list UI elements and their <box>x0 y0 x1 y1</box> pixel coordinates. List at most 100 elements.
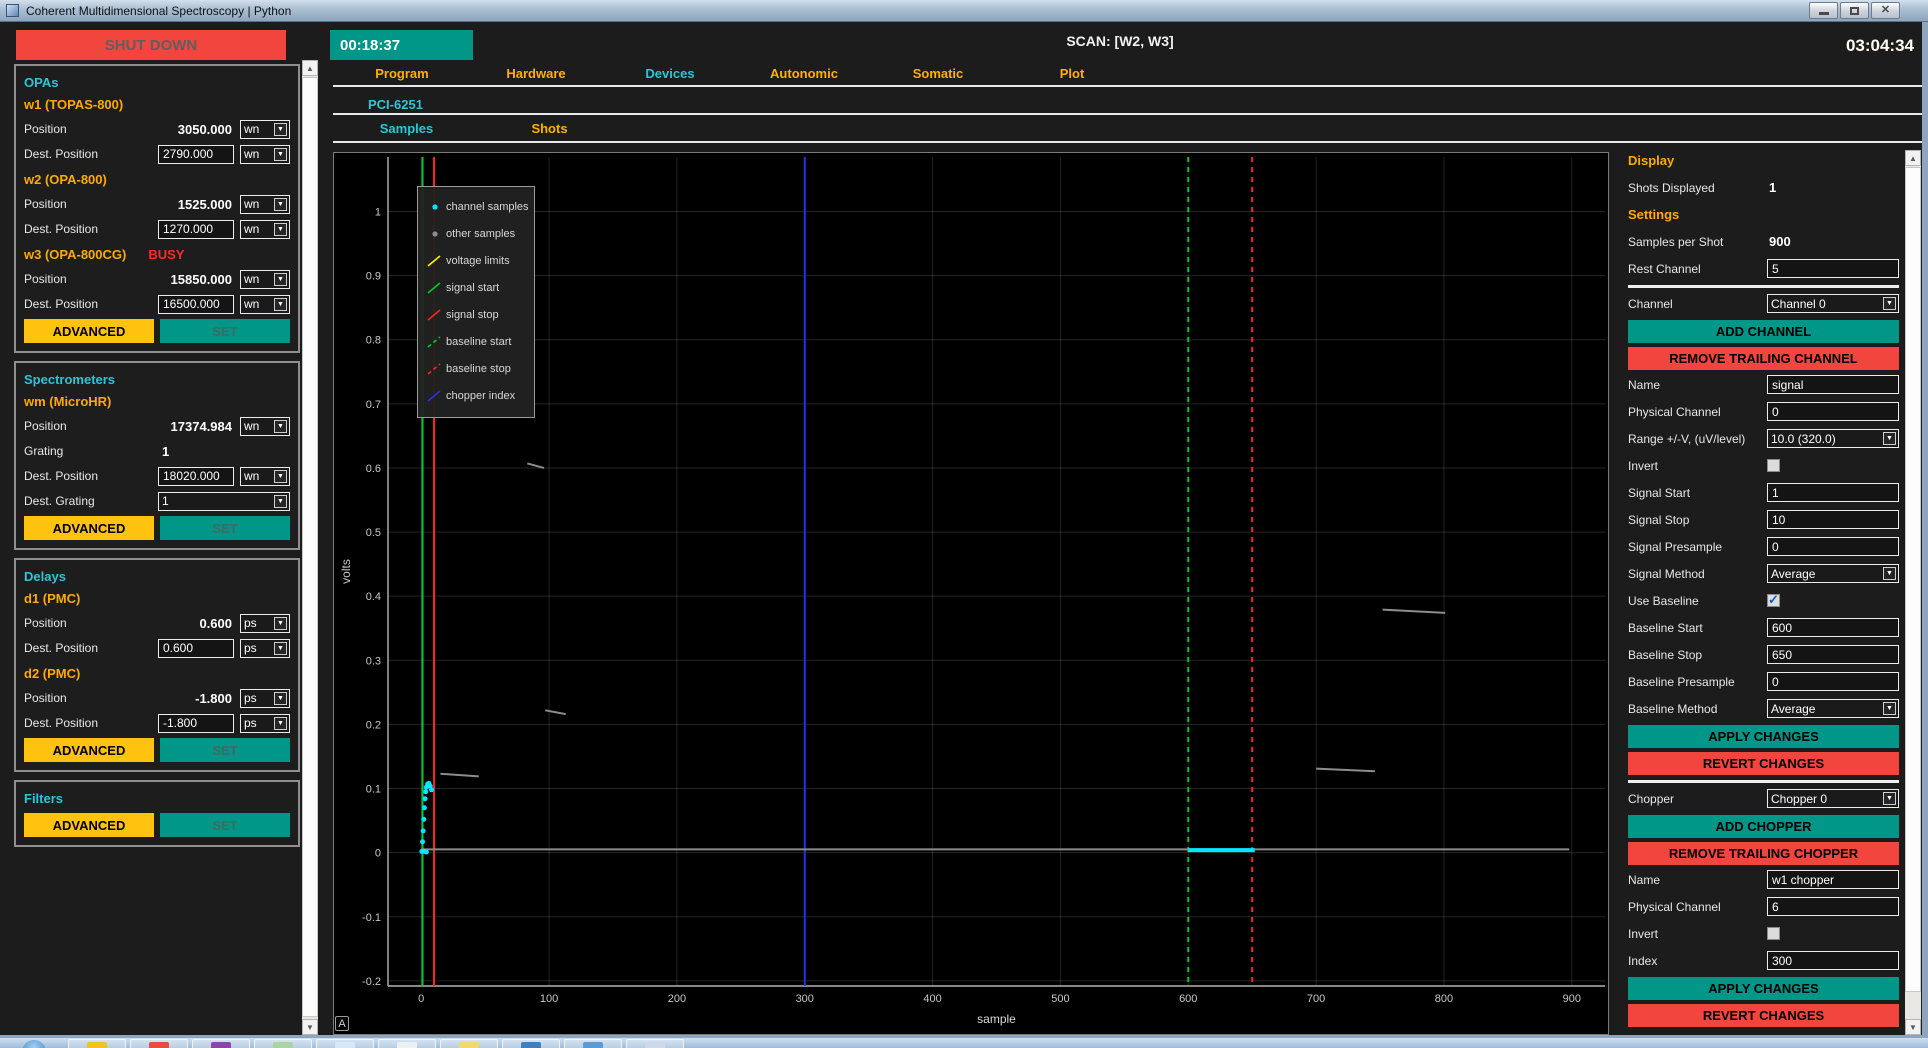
signal-stop-input[interactable] <box>1767 510 1899 529</box>
menu-item-devices[interactable]: Devices <box>603 66 737 81</box>
units-select[interactable]: wn▼ <box>240 120 290 139</box>
units-select[interactable]: ps▼ <box>240 714 290 733</box>
dropdown-arrow-icon[interactable]: ▼ <box>274 148 287 161</box>
taskbar-icon[interactable] <box>440 1039 498 1048</box>
index-input[interactable] <box>1767 951 1899 970</box>
apply-changes-button[interactable]: APPLY CHANGES <box>1628 977 1899 1000</box>
dropdown-arrow-icon[interactable]: ▼ <box>274 692 287 705</box>
start-button[interactable] <box>22 1040 46 1048</box>
remove-trailing-chopper-button[interactable]: REMOVE TRAILING CHOPPER <box>1628 842 1899 865</box>
apply-changes-button[interactable]: APPLY CHANGES <box>1628 725 1899 748</box>
rest-channel-input[interactable] <box>1767 259 1899 278</box>
taskbar-icon[interactable] <box>130 1039 188 1048</box>
set-button[interactable]: SET <box>160 319 290 343</box>
dropdown-arrow-icon[interactable]: ▼ <box>274 420 287 433</box>
title-bar[interactable]: Coherent Multidimensional Spectroscopy |… <box>0 0 1928 22</box>
baseline-method-select[interactable]: Average▼ <box>1767 699 1899 718</box>
units-select[interactable]: wn▼ <box>240 145 290 164</box>
scrollbar-thumb[interactable] <box>302 77 318 1017</box>
units-select[interactable]: ps▼ <box>240 614 290 633</box>
units-select[interactable]: wn▼ <box>240 270 290 289</box>
add-channel-button[interactable]: ADD CHANNEL <box>1628 320 1899 343</box>
dropdown-arrow-icon[interactable]: ▼ <box>1883 432 1896 445</box>
sample-plot[interactable]: -0.2-0.100.10.20.30.40.50.60.70.80.91010… <box>333 152 1609 1035</box>
dropdown-arrow-icon[interactable]: ▼ <box>1883 702 1896 715</box>
menu-item-plot[interactable]: Plot <box>1005 66 1139 81</box>
destination-input[interactable] <box>158 295 234 314</box>
taskbar-icon[interactable] <box>68 1039 126 1048</box>
set-button[interactable]: SET <box>160 813 290 837</box>
dropdown-arrow-icon[interactable]: ▼ <box>274 298 287 311</box>
use-baseline-checkbox[interactable] <box>1767 594 1780 607</box>
menu-item-program[interactable]: Program <box>335 66 469 81</box>
device-tab-label[interactable]: PCI-6251 <box>368 97 423 112</box>
destination-input[interactable] <box>158 714 234 733</box>
physical-channel-input[interactable] <box>1767 897 1899 916</box>
dropdown-arrow-icon[interactable]: ▼ <box>274 273 287 286</box>
signal-method-select[interactable]: Average▼ <box>1767 564 1899 583</box>
panel-scrollbar[interactable]: ▲ ▼ <box>1905 150 1921 1035</box>
taskbar-icon[interactable] <box>626 1039 684 1048</box>
dropdown-arrow-icon[interactable]: ▼ <box>1883 567 1896 580</box>
invert-checkbox[interactable] <box>1767 927 1780 940</box>
taskbar-icon[interactable] <box>192 1039 250 1048</box>
baseline-presample-input[interactable] <box>1767 672 1899 691</box>
signal-start-input[interactable] <box>1767 483 1899 502</box>
menu-item-somatic[interactable]: Somatic <box>871 66 1005 81</box>
revert-changes-button[interactable]: REVERT CHANGES <box>1628 1004 1899 1027</box>
scroll-up-button[interactable]: ▲ <box>302 60 318 76</box>
set-button[interactable]: SET <box>160 738 290 762</box>
invert-checkbox[interactable] <box>1767 459 1780 472</box>
chopper-select[interactable]: Chopper 0▼ <box>1767 789 1899 808</box>
dropdown-arrow-icon[interactable]: ▼ <box>274 617 287 630</box>
grating-select[interactable]: 1▼ <box>158 492 290 511</box>
dropdown-arrow-icon[interactable]: ▼ <box>274 198 287 211</box>
advanced-button[interactable]: ADVANCED <box>24 319 154 343</box>
units-select[interactable]: ps▼ <box>240 639 290 658</box>
units-select[interactable]: wn▼ <box>240 295 290 314</box>
units-select[interactable]: wn▼ <box>240 195 290 214</box>
close-button[interactable]: ✕ <box>1871 2 1900 19</box>
menu-item-autonomic[interactable]: Autonomic <box>737 66 871 81</box>
shutdown-button[interactable]: SHUT DOWN <box>16 30 286 60</box>
advanced-button[interactable]: ADVANCED <box>24 813 154 837</box>
scrollbar-thumb[interactable] <box>1905 167 1921 992</box>
remove-trailing-channel-button[interactable]: REMOVE TRAILING CHANNEL <box>1628 347 1899 370</box>
autoscale-button[interactable]: A <box>335 1016 349 1031</box>
units-select[interactable]: wn▼ <box>240 467 290 486</box>
dropdown-arrow-icon[interactable]: ▼ <box>274 642 287 655</box>
range-v-uv-level--select[interactable]: 10.0 (320.0)▼ <box>1767 429 1899 448</box>
units-select[interactable]: ps▼ <box>240 689 290 708</box>
scroll-down-button[interactable]: ▼ <box>302 1019 318 1035</box>
os-taskbar[interactable] <box>0 1038 1928 1048</box>
set-button[interactable]: SET <box>160 516 290 540</box>
destination-input[interactable] <box>158 145 234 164</box>
minimize-button[interactable] <box>1809 2 1838 19</box>
advanced-button[interactable]: ADVANCED <box>24 738 154 762</box>
units-select[interactable]: wn▼ <box>240 220 290 239</box>
name-input[interactable] <box>1767 870 1899 889</box>
dropdown-arrow-icon[interactable]: ▼ <box>1883 297 1896 310</box>
taskbar-icon[interactable] <box>378 1039 436 1048</box>
advanced-button[interactable]: ADVANCED <box>24 516 154 540</box>
signal-presample-input[interactable] <box>1767 537 1899 556</box>
dropdown-arrow-icon[interactable]: ▼ <box>1883 792 1896 805</box>
baseline-stop-input[interactable] <box>1767 645 1899 664</box>
destination-input[interactable] <box>158 220 234 239</box>
tab-shots[interactable]: Shots <box>478 121 621 136</box>
taskbar-icon[interactable] <box>254 1039 312 1048</box>
dropdown-arrow-icon[interactable]: ▼ <box>274 123 287 136</box>
scroll-down-button[interactable]: ▼ <box>1905 1019 1921 1035</box>
taskbar-icon[interactable] <box>502 1039 560 1048</box>
taskbar-icon[interactable] <box>316 1039 374 1048</box>
physical-channel-input[interactable] <box>1767 402 1899 421</box>
destination-input[interactable] <box>158 639 234 658</box>
baseline-start-input[interactable] <box>1767 618 1899 637</box>
sidebar-scrollbar[interactable]: ▲ ▼ <box>302 60 318 1035</box>
add-chopper-button[interactable]: ADD CHOPPER <box>1628 815 1899 838</box>
dropdown-arrow-icon[interactable]: ▼ <box>274 495 287 508</box>
dropdown-arrow-icon[interactable]: ▼ <box>274 717 287 730</box>
destination-input[interactable] <box>158 467 234 486</box>
scroll-up-button[interactable]: ▲ <box>1905 150 1921 166</box>
dropdown-arrow-icon[interactable]: ▼ <box>274 223 287 236</box>
